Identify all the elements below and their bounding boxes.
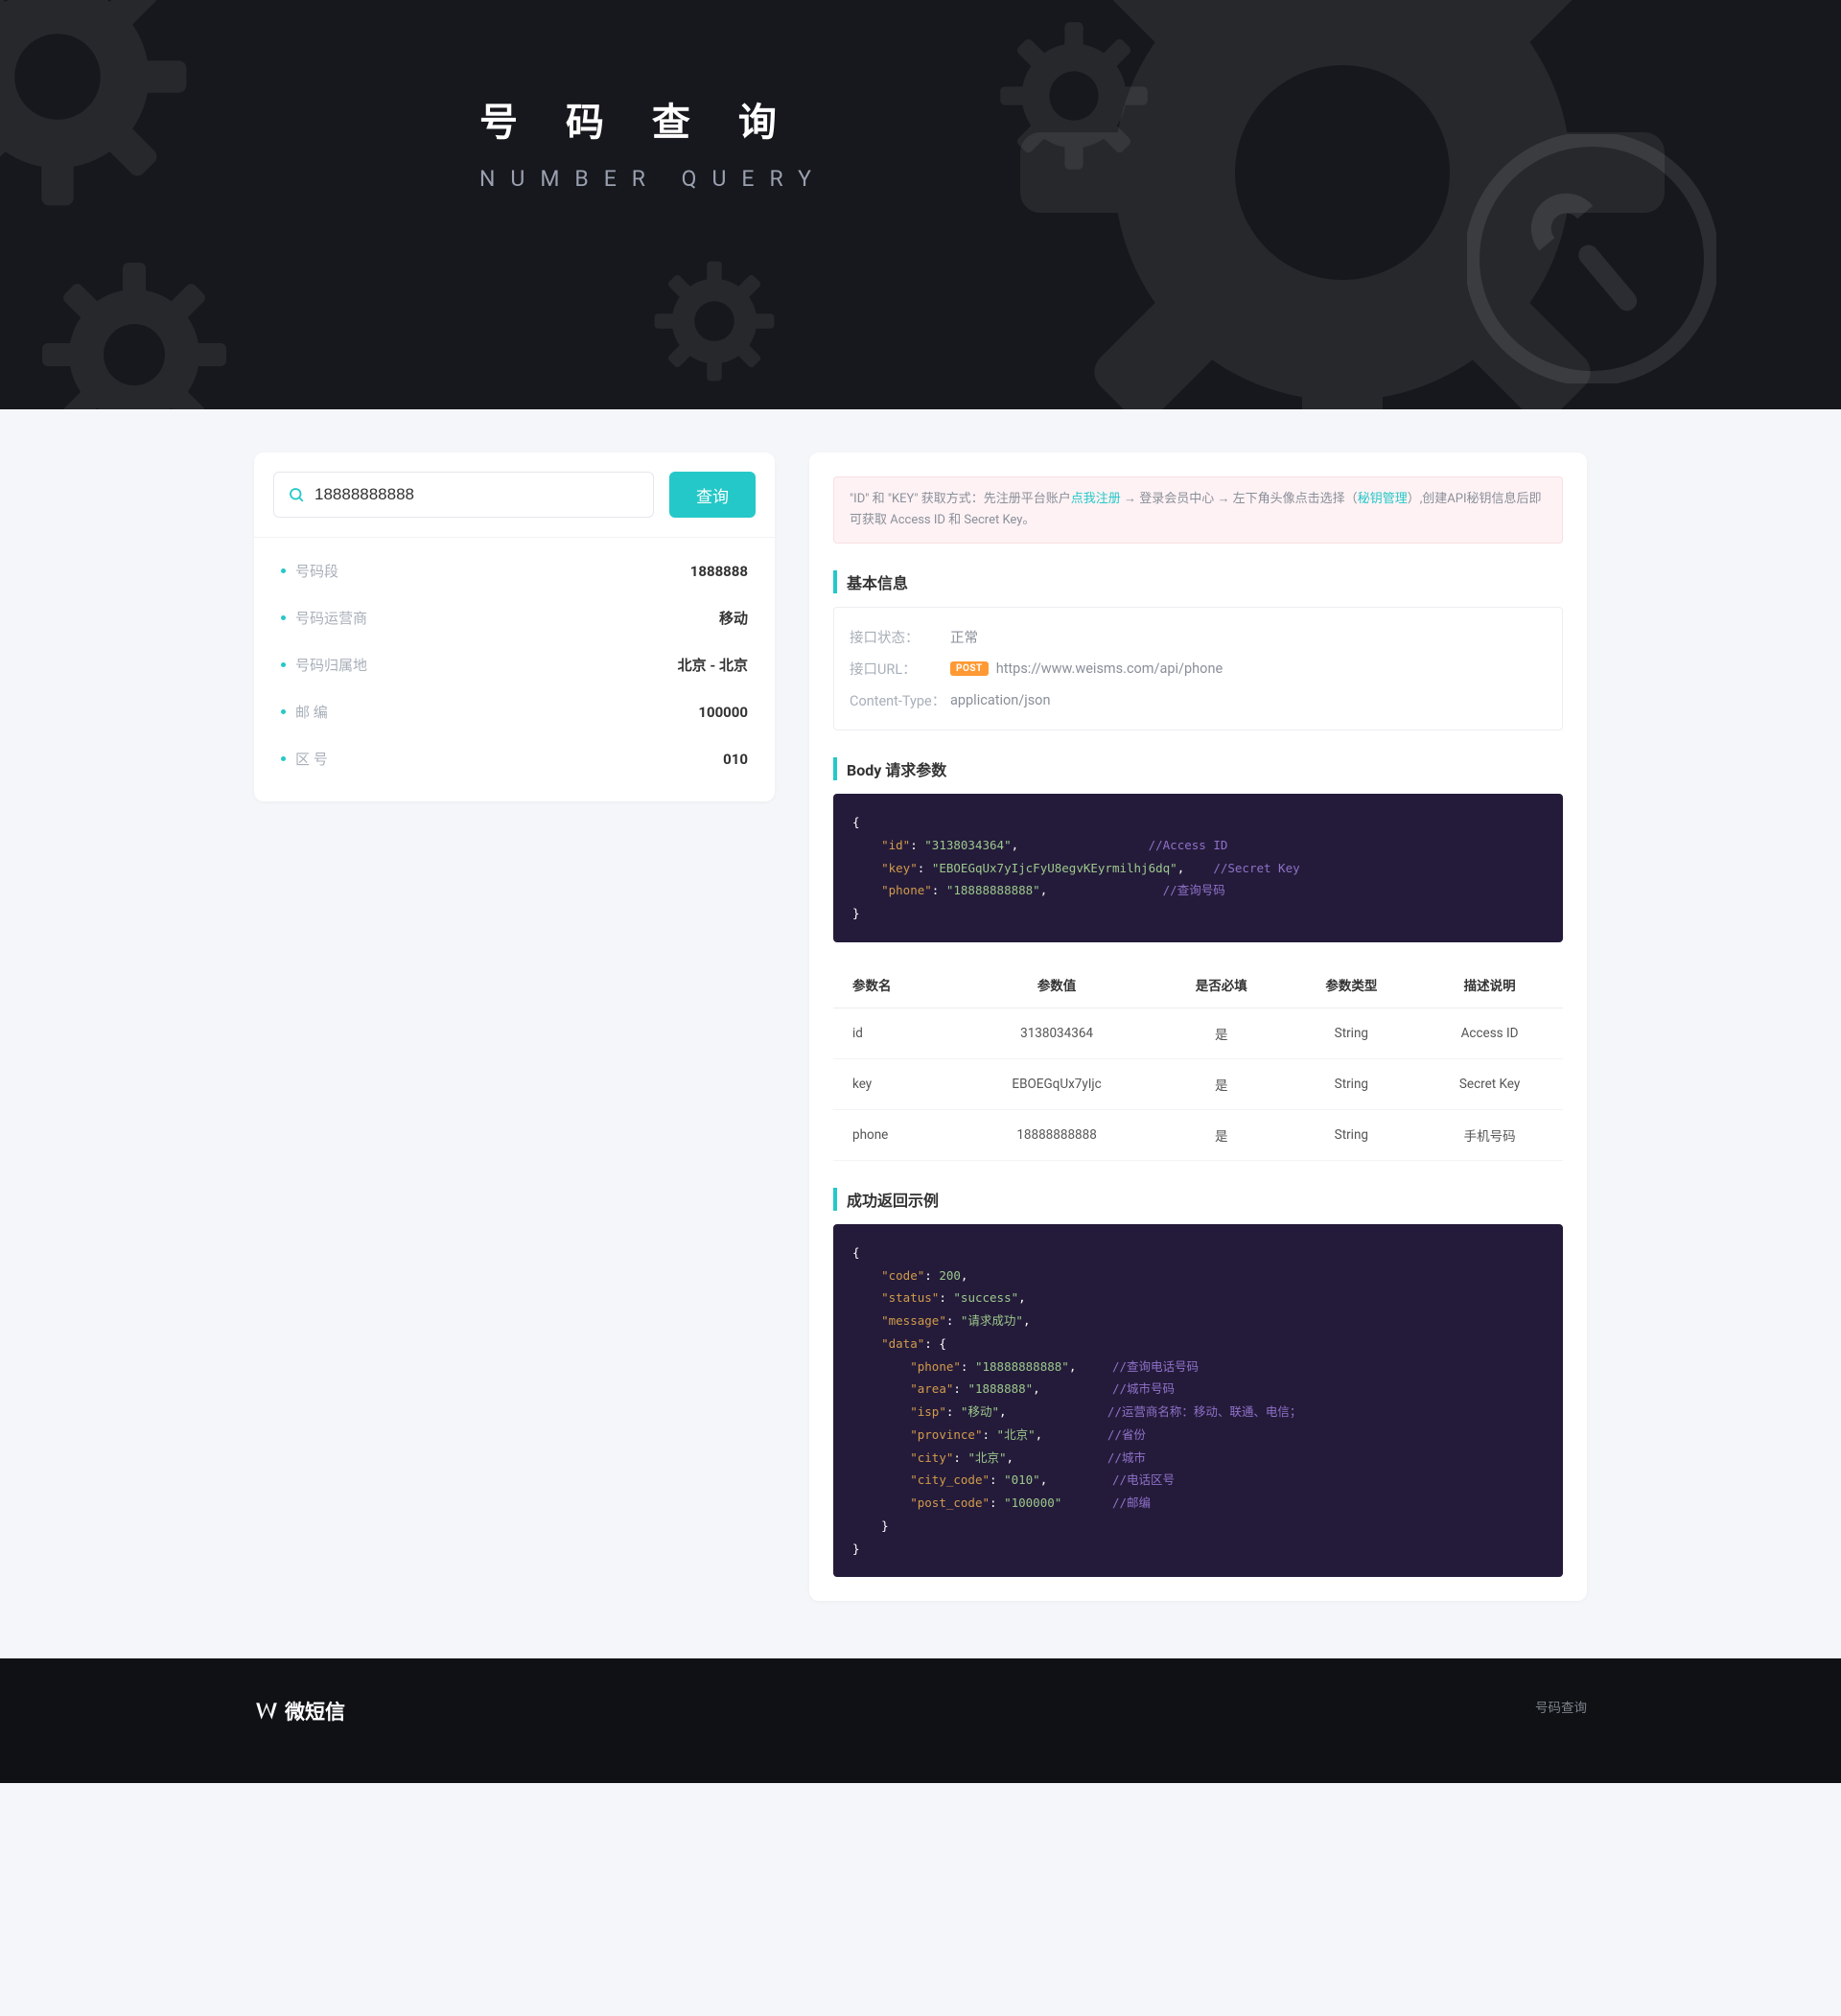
result-row: 区 号010: [254, 735, 775, 782]
table-row: keyEBOEGqUx7yIjc是StringSecret Key: [833, 1058, 1563, 1109]
method-badge: POST: [950, 661, 989, 676]
params-table: 参数名参数值是否必填参数类型描述说明 id3138034364是StringAc…: [833, 962, 1563, 1161]
url-label: 接口URL：: [850, 659, 950, 679]
page-subtitle: NUMBER QUERY: [479, 166, 1841, 192]
search-icon: [288, 486, 305, 503]
register-link[interactable]: 点我注册: [1071, 492, 1121, 506]
ct-label: Content-Type：: [850, 690, 950, 710]
table-header: 描述说明: [1416, 962, 1563, 1008]
gear-icon: [652, 259, 777, 383]
result-row: 号码归属地北京 - 北京: [254, 641, 775, 688]
result-row: 号码段1888888: [254, 547, 775, 594]
table-header: 是否必填: [1156, 962, 1287, 1008]
body-code-block: { "id": "3138034364", //Access ID "key":…: [833, 794, 1563, 942]
logo-icon: [254, 1699, 279, 1724]
table-header: 参数名: [833, 962, 957, 1008]
section-title-basic: 基本信息: [833, 570, 1563, 593]
page-title: 号 码 查 询: [479, 91, 1841, 147]
ct-value: application/json: [950, 692, 1050, 708]
tip-box: "ID" 和 "KEY" 获取方式：先注册平台账户点我注册 → 登录会员中心 →…: [833, 476, 1563, 544]
status-label: 接口状态：: [850, 627, 950, 647]
info-box: 接口状态：正常 接口URL：POST https://www.weisms.com…: [833, 607, 1563, 730]
secret-mgmt-link[interactable]: 秘钥管理: [1358, 492, 1408, 506]
hero: 号 码 查 询 NUMBER QUERY: [0, 0, 1841, 409]
footer: 微短信 号码查询: [0, 1658, 1841, 1783]
result-list: 号码段1888888号码运营商移动号码归属地北京 - 北京邮 编100000区 …: [254, 537, 775, 801]
section-title-resp: 成功返回示例: [833, 1188, 1563, 1211]
search-input[interactable]: [315, 485, 640, 504]
table-header: 参数类型: [1287, 962, 1417, 1008]
footer-link[interactable]: 号码查询: [1535, 1697, 1587, 1716]
table-header: 参数值: [957, 962, 1156, 1008]
table-row: phone18888888888是String手机号码: [833, 1109, 1563, 1160]
response-code-block: { "code": 200, "status": "success", "mes…: [833, 1224, 1563, 1578]
url-value: https://www.weisms.com/api/phone: [996, 660, 1223, 677]
brand-logo: 微短信: [254, 1697, 345, 1726]
gear-icon: [38, 259, 230, 409]
table-row: id3138034364是StringAccess ID: [833, 1008, 1563, 1058]
search-button[interactable]: 查询: [669, 472, 756, 518]
status-value: 正常: [950, 627, 978, 647]
result-row: 邮 编100000: [254, 688, 775, 735]
result-row: 号码运营商移动: [254, 594, 775, 641]
search-input-wrap[interactable]: [273, 472, 654, 518]
section-title-body: Body 请求参数: [833, 757, 1563, 780]
